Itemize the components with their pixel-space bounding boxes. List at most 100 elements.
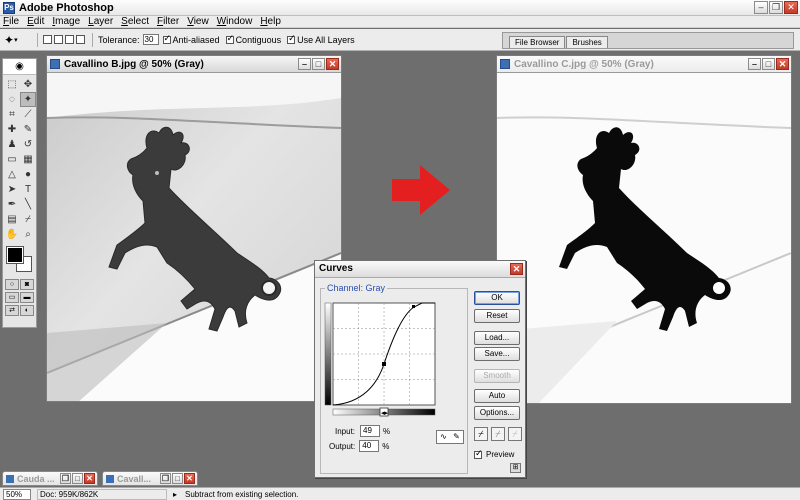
type-tool-icon[interactable]: T <box>20 182 36 197</box>
document-info[interactable]: Doc: 959K/862K <box>37 488 167 500</box>
doc-close-button[interactable]: ✕ <box>776 58 789 70</box>
move-tool-icon[interactable]: ✥ <box>20 77 36 92</box>
quick-mask-icon[interactable]: ◙ <box>20 279 34 290</box>
save-button[interactable]: Save... <box>474 347 520 361</box>
path-select-icon[interactable]: ➤ <box>4 182 20 197</box>
gray-eyedropper-icon[interactable]: ⌿ <box>491 427 505 441</box>
subtract-selection-icon[interactable] <box>65 35 74 44</box>
menu-file[interactable]: File <box>3 16 19 27</box>
input-field[interactable]: 49 <box>360 425 381 437</box>
menu-help[interactable]: Help <box>260 16 281 27</box>
healing-brush-icon[interactable]: ✚ <box>4 122 20 137</box>
imageready-icon[interactable]: ◐ <box>20 305 34 316</box>
pen-tool-icon[interactable]: ✒ <box>4 197 20 212</box>
use-all-layers-checkbox[interactable]: Use All Layers <box>287 33 355 45</box>
marquee-tool-icon[interactable]: ⬚ <box>4 77 20 92</box>
maximize-button[interactable]: □ <box>172 473 183 484</box>
contiguous-checkbox[interactable]: Contiguous <box>225 33 281 45</box>
restore-button[interactable]: ❐ <box>60 473 71 484</box>
lasso-tool-icon[interactable]: ◌ <box>4 92 20 107</box>
smooth-button[interactable]: Smooth <box>474 369 520 383</box>
line-tool-icon[interactable]: ╲ <box>20 197 36 212</box>
image-canvas[interactable] <box>497 73 791 403</box>
full-screen-icon[interactable]: ▬ <box>20 292 34 303</box>
minimized-window[interactable]: Cavall... ❐ □ ✕ <box>102 471 198 486</box>
intersect-selection-icon[interactable] <box>76 35 85 44</box>
restore-button[interactable]: ❐ <box>769 1 783 14</box>
tool-preset-picker[interactable]: ✦ ▾ <box>4 32 32 48</box>
doc-minimize-button[interactable]: – <box>748 58 761 70</box>
expand-graph-icon[interactable]: ⊞ <box>510 463 521 473</box>
gradient-tool-icon[interactable]: ▦ <box>20 152 36 167</box>
menu-filter[interactable]: Filter <box>157 16 179 27</box>
clone-stamp-icon[interactable]: ♟ <box>4 137 20 152</box>
feather-logo-icon: ◉ <box>15 61 24 72</box>
toolbox-header[interactable]: ◉ <box>3 59 36 75</box>
doc-minimize-button[interactable]: – <box>298 58 311 70</box>
reset-button[interactable]: Reset <box>474 309 520 323</box>
minimized-title: Cauda ... <box>17 473 55 484</box>
menu-image[interactable]: Image <box>52 16 80 27</box>
tab-brushes[interactable]: Brushes <box>566 36 608 48</box>
slice-tool-icon[interactable]: ⟋ <box>20 107 36 122</box>
channel-label: Channel: <box>327 283 364 293</box>
menu-window[interactable]: Window <box>217 16 253 27</box>
document-title-bar[interactable]: Cavallino B.jpg @ 50% (Gray) – □ ✕ <box>47 56 341 73</box>
tolerance-input[interactable]: 30 <box>142 34 159 45</box>
eraser-tool-icon[interactable]: ▭ <box>4 152 20 167</box>
menu-view[interactable]: View <box>187 16 209 27</box>
history-brush-icon[interactable]: ↺ <box>20 137 36 152</box>
maximize-button[interactable]: □ <box>72 473 83 484</box>
add-selection-icon[interactable] <box>54 35 63 44</box>
auto-button[interactable]: Auto <box>474 389 520 403</box>
close-button[interactable]: ✕ <box>84 473 95 484</box>
image-canvas[interactable] <box>47 73 341 401</box>
ok-button[interactable]: OK <box>474 291 520 305</box>
hand-tool-icon[interactable]: ✋ <box>4 227 20 242</box>
jump-to-imageready-icon[interactable]: ⇄ <box>5 305 19 316</box>
brush-tool-icon[interactable]: ✎ <box>20 122 36 137</box>
curve-mode-buttons: ∿ ✎ <box>436 430 464 444</box>
crop-tool-icon[interactable]: ⌗ <box>4 107 20 122</box>
output-field[interactable]: 40 <box>359 440 380 452</box>
tab-file-browser[interactable]: File Browser <box>509 36 566 48</box>
menu-layer[interactable]: Layer <box>88 16 113 27</box>
blur-tool-icon[interactable]: △ <box>4 167 20 182</box>
restore-button[interactable]: ❐ <box>160 473 171 484</box>
menu-select[interactable]: Select <box>121 16 149 27</box>
doc-maximize-button[interactable]: □ <box>312 58 325 70</box>
minimized-window[interactable]: Cauda ... ❐ □ ✕ <box>2 471 98 486</box>
window-controls: – ❐ ✕ <box>754 1 798 14</box>
black-eyedropper-icon[interactable]: ⌿ <box>474 427 488 441</box>
anti-aliased-checkbox[interactable]: Anti-aliased <box>162 33 220 45</box>
channel-selector[interactable]: Channel: Gray <box>325 283 388 293</box>
screen-mode-icon[interactable]: ▭ <box>5 292 19 303</box>
minimize-button[interactable]: – <box>754 1 768 14</box>
close-button[interactable]: ✕ <box>784 1 798 14</box>
eyedropper-tool-icon[interactable]: ⌿ <box>20 212 36 227</box>
dodge-tool-icon[interactable]: ● <box>20 167 36 182</box>
close-button[interactable]: ✕ <box>184 473 195 484</box>
curves-close-button[interactable]: ✕ <box>510 263 523 275</box>
standard-mode-icon[interactable]: ○ <box>5 279 19 290</box>
white-eyedropper-icon[interactable]: ⌿ <box>508 427 522 441</box>
preview-checkbox[interactable]: Preview <box>474 448 514 459</box>
checkbox-icon <box>287 33 296 44</box>
doc-close-button[interactable]: ✕ <box>326 58 339 70</box>
curves-title-bar[interactable]: Curves ✕ <box>315 261 525 278</box>
magic-wand-tool-icon[interactable]: ✦ <box>20 92 36 107</box>
percent-label: % <box>382 441 390 451</box>
status-message: Subtract from existing selection. <box>185 489 299 499</box>
doc-maximize-button[interactable]: □ <box>762 58 775 70</box>
curve-point-mode-icon[interactable]: ∿ <box>437 431 450 443</box>
new-selection-icon[interactable] <box>43 35 52 44</box>
pencil-mode-icon[interactable]: ✎ <box>450 431 463 443</box>
document-title-bar[interactable]: Cavallino C.jpg @ 50% (Gray) – □ ✕ <box>497 56 791 73</box>
menu-edit[interactable]: Edit <box>27 16 44 27</box>
load-button[interactable]: Load... <box>474 331 520 345</box>
zoom-tool-icon[interactable]: ⌕ <box>20 227 36 242</box>
zoom-field[interactable]: 50% <box>3 488 31 500</box>
options-button[interactable]: Options... <box>474 406 520 420</box>
foreground-color-swatch[interactable] <box>6 246 24 264</box>
notes-tool-icon[interactable]: ▤ <box>4 212 20 227</box>
